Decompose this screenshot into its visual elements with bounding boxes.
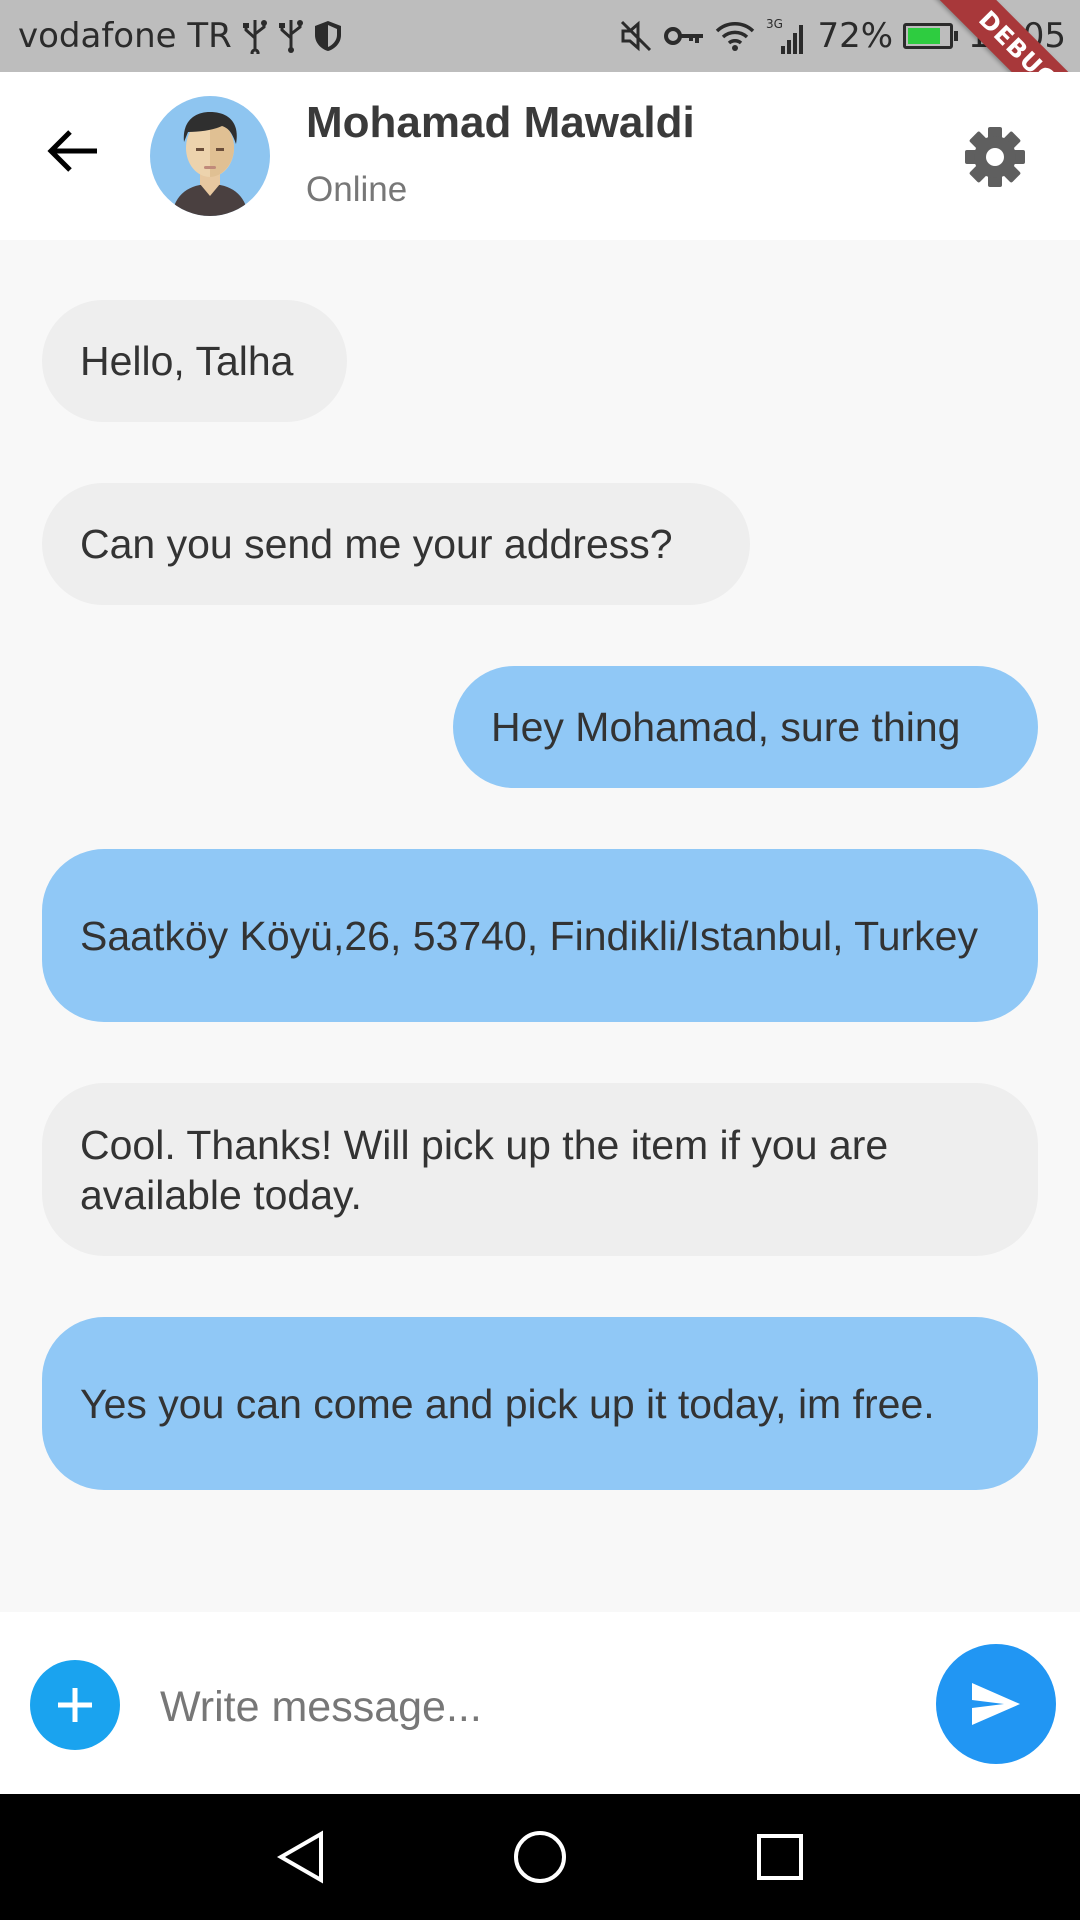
message-bubble[interactable]: Yes you can come and pick up it today, i… bbox=[42, 1317, 1038, 1490]
system-nav-bar bbox=[0, 1794, 1080, 1920]
status-bar: vodafone TR 3G 72% 19:05 bbox=[0, 0, 1080, 72]
message-list[interactable]: Hello, Talha Can you send me your addres… bbox=[0, 240, 1080, 1612]
usb-icon bbox=[242, 0, 268, 72]
back-button[interactable] bbox=[38, 116, 108, 186]
avatar[interactable] bbox=[150, 96, 270, 216]
message-text: Yes you can come and pick up it today, i… bbox=[80, 1380, 935, 1427]
message-text: Hello, Talha bbox=[80, 338, 294, 384]
usb-icon bbox=[278, 0, 304, 72]
signal-icon: 3G bbox=[765, 0, 807, 72]
back-arrow-icon bbox=[47, 130, 97, 172]
nav-recents-button[interactable] bbox=[742, 1819, 818, 1895]
message-text: Can you send me your address? bbox=[80, 521, 673, 567]
chat-header: Mohamad Mawaldi Online bbox=[0, 72, 1080, 240]
network-type-label: 3G bbox=[766, 17, 783, 31]
carrier-name: vodafone TR bbox=[18, 16, 232, 56]
message-text: Cool. Thanks! Will pick up the item if y… bbox=[80, 1121, 889, 1218]
add-attachment-button[interactable] bbox=[30, 1660, 120, 1750]
settings-button[interactable] bbox=[962, 124, 1028, 190]
message-bubble[interactable]: Can you send me your address? bbox=[42, 483, 750, 605]
nav-home-button[interactable] bbox=[502, 1819, 578, 1895]
settings-gear-icon bbox=[965, 127, 1025, 187]
contact-name: Mohamad Mawaldi bbox=[306, 98, 695, 147]
key-icon bbox=[663, 0, 705, 72]
battery-icon bbox=[903, 23, 959, 49]
battery-percent: 72% bbox=[817, 16, 894, 56]
person-avatar-icon bbox=[172, 112, 248, 216]
wifi-icon bbox=[715, 0, 755, 72]
send-icon bbox=[972, 1683, 1020, 1725]
message-composer bbox=[0, 1612, 1080, 1794]
send-button[interactable] bbox=[936, 1644, 1056, 1764]
message-bubble[interactable]: Saatköy Köyü,26, 53740, Findikli/Istanbu… bbox=[42, 849, 1038, 1022]
nav-back-button[interactable] bbox=[262, 1819, 338, 1895]
plus-icon bbox=[58, 1688, 92, 1722]
message-text: Hey Mohamad, sure thing bbox=[491, 704, 961, 750]
status-bar-left: vodafone TR bbox=[18, 0, 342, 72]
recents-square-icon bbox=[757, 1834, 803, 1880]
mute-icon bbox=[619, 0, 653, 72]
home-circle-icon bbox=[514, 1831, 566, 1883]
message-bubble[interactable]: Cool. Thanks! Will pick up the item if y… bbox=[42, 1083, 1038, 1256]
message-bubble[interactable]: Hey Mohamad, sure thing bbox=[453, 666, 1038, 788]
contact-status: Online bbox=[306, 170, 408, 209]
message-text: Saatköy Köyü,26, 53740, Findikli/Istanbu… bbox=[80, 912, 978, 959]
back-triangle-icon bbox=[276, 1830, 323, 1884]
shield-icon bbox=[314, 0, 342, 72]
message-bubble[interactable]: Hello, Talha bbox=[42, 300, 347, 422]
message-input[interactable] bbox=[160, 1668, 900, 1746]
